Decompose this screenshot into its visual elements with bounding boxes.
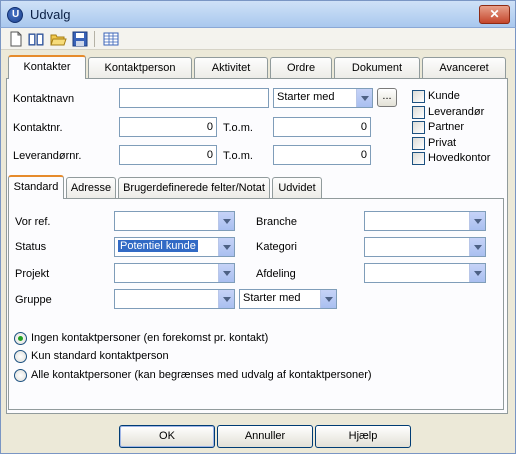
gruppe-match-select[interactable]: Starter med bbox=[239, 289, 337, 309]
chevron-down-icon bbox=[469, 238, 485, 256]
tab-ordre[interactable]: Ordre bbox=[270, 57, 332, 79]
checkbox-hovedkontor-label: Hovedkontor bbox=[428, 152, 491, 164]
browse-button[interactable]: ... bbox=[377, 88, 397, 107]
chevron-down-icon bbox=[356, 89, 372, 107]
toolbar-separator bbox=[94, 31, 95, 47]
open-book-icon[interactable] bbox=[27, 30, 45, 48]
radio-ingen-kontaktpersoner-label: Ingen kontaktpersoner (en forekomst pr. … bbox=[31, 332, 269, 344]
contact-name-label: Kontaktnavn bbox=[13, 93, 75, 105]
tab-kontaktperson[interactable]: Kontaktperson bbox=[88, 57, 192, 79]
radio-alle-kontaktpersoner[interactable] bbox=[14, 369, 27, 382]
checkbox-leverandor[interactable] bbox=[412, 106, 425, 119]
chevron-down-icon bbox=[320, 290, 336, 308]
subtab-standard[interactable]: Standard bbox=[8, 175, 64, 199]
tab-dokument[interactable]: Dokument bbox=[334, 57, 420, 79]
branche-select[interactable] bbox=[364, 211, 486, 231]
supplier-nr-from-input[interactable]: 0 bbox=[119, 145, 217, 165]
chevron-down-icon bbox=[218, 290, 234, 308]
branche-label: Branche bbox=[256, 216, 297, 228]
checkbox-hovedkontor[interactable] bbox=[412, 152, 425, 165]
close-button[interactable]: ✕ bbox=[479, 5, 510, 24]
vor-ref-select[interactable] bbox=[114, 211, 235, 231]
kategori-select[interactable] bbox=[364, 237, 486, 257]
checkbox-leverandor-label: Leverandør bbox=[428, 106, 485, 118]
projekt-label: Projekt bbox=[15, 268, 50, 280]
projekt-select[interactable] bbox=[114, 263, 235, 283]
chevron-down-icon bbox=[218, 238, 234, 256]
checkbox-partner-label: Partner bbox=[428, 121, 465, 133]
chevron-down-icon bbox=[469, 212, 485, 230]
kategori-label: Kategori bbox=[256, 241, 297, 253]
cancel-button[interactable]: Annuller bbox=[217, 425, 313, 448]
afdeling-label: Afdeling bbox=[256, 268, 296, 280]
toolbar bbox=[1, 28, 515, 50]
status-select[interactable]: Potentiel kunde bbox=[114, 237, 235, 257]
tab-kontakter[interactable]: Kontakter bbox=[8, 55, 86, 79]
subtab-adresse[interactable]: Adresse bbox=[66, 177, 116, 199]
contact-nr-label: Kontaktnr. bbox=[13, 122, 63, 134]
radio-kun-standard[interactable] bbox=[14, 350, 27, 363]
status-value: Potentiel kunde bbox=[118, 240, 198, 252]
gruppe-match-value: Starter med bbox=[243, 292, 301, 304]
checkbox-kunde[interactable] bbox=[412, 90, 425, 103]
subtab-udvidet[interactable]: Udvidet bbox=[272, 177, 322, 199]
title-bar: U Udvalg ✕ bbox=[0, 0, 516, 28]
tab-aktivitet[interactable]: Aktivitet bbox=[194, 57, 268, 79]
contact-nr-tom-label: T.o.m. bbox=[223, 122, 253, 134]
contact-nr-to-input[interactable]: 0 bbox=[273, 117, 371, 137]
save-icon[interactable] bbox=[71, 30, 89, 48]
checkbox-privat[interactable] bbox=[412, 137, 425, 150]
contact-name-match-value: Starter med bbox=[277, 91, 335, 103]
afdeling-select[interactable] bbox=[364, 263, 486, 283]
chevron-down-icon bbox=[218, 212, 234, 230]
gruppe-select[interactable] bbox=[114, 289, 235, 309]
folder-open-icon[interactable] bbox=[49, 30, 67, 48]
gruppe-label: Gruppe bbox=[15, 294, 52, 306]
status-label: Status bbox=[15, 241, 47, 253]
supplier-nr-label: Leverandørnr. bbox=[13, 150, 82, 162]
chevron-down-icon bbox=[218, 264, 234, 282]
chevron-down-icon bbox=[469, 264, 485, 282]
table-icon[interactable] bbox=[102, 30, 120, 48]
contact-name-input[interactable] bbox=[119, 88, 269, 108]
checkbox-partner[interactable] bbox=[412, 121, 425, 134]
contact-nr-from-input[interactable]: 0 bbox=[119, 117, 217, 137]
radio-alle-kontaktpersoner-label: Alle kontaktpersoner (kan begrænses med … bbox=[31, 369, 372, 381]
supplier-nr-to-input[interactable]: 0 bbox=[273, 145, 371, 165]
window-title: Udvalg bbox=[30, 7, 71, 22]
ok-button[interactable]: OK bbox=[119, 425, 215, 448]
help-button[interactable]: Hjælp bbox=[315, 425, 411, 448]
supplier-nr-tom-label: T.o.m. bbox=[223, 150, 253, 162]
checkbox-privat-label: Privat bbox=[428, 137, 457, 149]
tab-avanceret[interactable]: Avanceret bbox=[422, 57, 506, 79]
radio-kun-standard-label: Kun standard kontaktperson bbox=[31, 350, 169, 362]
new-icon[interactable] bbox=[7, 30, 25, 48]
subtab-brugerdefinerede[interactable]: Brugerdefinerede felter/Notat bbox=[118, 177, 270, 199]
vor-ref-label: Vor ref. bbox=[15, 216, 51, 228]
contact-name-match-select[interactable]: Starter med bbox=[273, 88, 373, 108]
radio-ingen-kontaktpersoner[interactable] bbox=[14, 332, 27, 345]
checkbox-kunde-label: Kunde bbox=[428, 90, 460, 102]
app-icon: U bbox=[7, 7, 23, 23]
